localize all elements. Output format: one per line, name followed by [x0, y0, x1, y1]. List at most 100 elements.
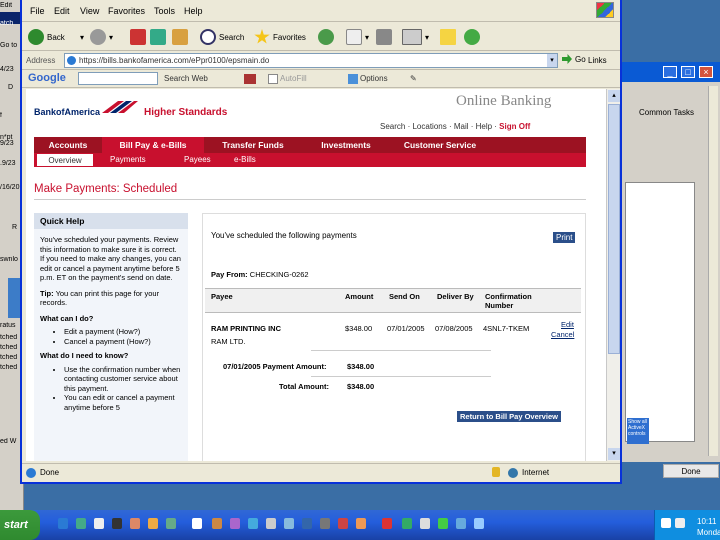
- print-toolbar-button[interactable]: [376, 26, 395, 48]
- quicklaunch-app-icon[interactable]: [320, 518, 330, 529]
- minimize-icon[interactable]: _: [663, 66, 677, 78]
- quicklaunch-app-icon[interactable]: [166, 518, 176, 529]
- edit-button[interactable]: ▾: [402, 26, 429, 48]
- col-deliver-by: Deliver By: [437, 292, 474, 301]
- subtab-payees[interactable]: Payees: [184, 153, 211, 167]
- tab-transfer-funds[interactable]: Transfer Funds: [204, 137, 302, 153]
- pencil-icon[interactable]: ✎: [410, 74, 417, 83]
- background-status: Done: [663, 464, 719, 478]
- autofill-button[interactable]: AutoFill: [280, 74, 307, 83]
- lock-icon[interactable]: [492, 467, 500, 477]
- clock[interactable]: 10:11 Monday: [697, 516, 720, 538]
- menu-tools[interactable]: Tools: [154, 6, 175, 16]
- menu-help[interactable]: Help: [184, 6, 203, 16]
- background-tile: Show all ActiveX controls: [627, 418, 649, 444]
- cancel-link[interactable]: Cancel: [551, 330, 574, 339]
- quick-help-heading: Quick Help: [34, 213, 188, 229]
- search-web-button[interactable]: Search Web: [164, 74, 208, 83]
- util-help-link[interactable]: Help: [476, 122, 492, 131]
- quicklaunch-app-icon[interactable]: [402, 518, 412, 529]
- search-button[interactable]: Search: [200, 26, 244, 48]
- home-button[interactable]: [172, 26, 191, 48]
- mail-button[interactable]: ▾: [346, 26, 369, 48]
- tab-investments[interactable]: Investments: [302, 137, 390, 153]
- common-tasks-menu[interactable]: Common Tasks: [639, 108, 694, 117]
- quicklaunch-app-icon[interactable]: [420, 518, 430, 529]
- quicklaunch-app-icon[interactable]: [356, 518, 366, 529]
- menu-edit[interactable]: Edit: [54, 6, 70, 16]
- quicklaunch-ie-icon[interactable]: [58, 518, 68, 529]
- menu-favorites[interactable]: Favorites: [108, 6, 145, 16]
- messenger-button[interactable]: [464, 26, 483, 48]
- menu-file[interactable]: File: [30, 6, 45, 16]
- util-mail-link[interactable]: Mail: [454, 122, 469, 131]
- page-scrollbar[interactable]: ▴ ▾: [606, 89, 620, 461]
- help-edit-payment[interactable]: Edit a payment (How?): [64, 327, 182, 337]
- quicklaunch-app-icon[interactable]: [248, 518, 258, 529]
- edit-link[interactable]: Edit: [561, 320, 574, 329]
- address-input[interactable]: https://bills.bankofamerica.com/ePpr0100…: [64, 53, 558, 68]
- bank-logo[interactable]: BankofAmerica: [34, 107, 100, 117]
- quicklaunch-desktop-icon[interactable]: [76, 518, 86, 529]
- maximize-icon[interactable]: □: [681, 66, 695, 78]
- quicklaunch-app-icon[interactable]: [302, 518, 312, 529]
- discuss-button[interactable]: [440, 26, 459, 48]
- google-logo[interactable]: Google: [28, 72, 66, 84]
- util-search-link[interactable]: Search: [380, 122, 405, 131]
- quicklaunch-app-icon[interactable]: [284, 518, 294, 529]
- favorites-button[interactable]: Favorites: [254, 26, 306, 48]
- back-button[interactable]: Back: [28, 26, 65, 48]
- cancel-link-text[interactable]: Cancel: [551, 330, 574, 339]
- subtab-ebills[interactable]: e-Bills: [234, 153, 256, 167]
- return-to-overview-button[interactable]: Return to Bill Pay Overview: [457, 411, 561, 422]
- history-button[interactable]: [318, 26, 337, 48]
- address-dropdown[interactable]: ▾: [547, 54, 557, 67]
- go-button[interactable]: Go: [562, 54, 586, 64]
- options-button[interactable]: Options: [360, 74, 388, 83]
- quicklaunch-app-icon[interactable]: [474, 518, 484, 529]
- util-locations-link[interactable]: Locations: [412, 122, 446, 131]
- quicklaunch-app-icon[interactable]: [230, 518, 240, 529]
- quicklaunch-app-icon[interactable]: [266, 518, 276, 529]
- subtab-payments[interactable]: Payments: [110, 153, 146, 167]
- quicklaunch-app-icon[interactable]: [130, 518, 140, 529]
- quicklaunch-app-icon[interactable]: [456, 518, 466, 529]
- bg-fragment: ed W: [0, 438, 17, 445]
- quicklaunch-app-icon[interactable]: [192, 518, 202, 529]
- back-dropdown[interactable]: ▾: [80, 26, 84, 48]
- scroll-up-arrow-icon[interactable]: ▴: [608, 90, 620, 102]
- edit-link-text[interactable]: Edit: [561, 320, 574, 329]
- clock-day: Monday: [697, 528, 720, 537]
- quicklaunch-app-icon[interactable]: [338, 518, 348, 529]
- quicklaunch-app-icon[interactable]: [212, 518, 222, 529]
- quicklaunch-app-icon[interactable]: [148, 518, 158, 529]
- menu-view[interactable]: View: [80, 6, 99, 16]
- mail-tray-icon[interactable]: [661, 518, 671, 528]
- links-button[interactable]: Links: [588, 56, 607, 65]
- help-cancel-payment[interactable]: Cancel a payment (How?): [64, 337, 182, 347]
- bg-fragment: atch: [0, 20, 14, 27]
- google-search-input[interactable]: [78, 72, 158, 85]
- tab-accounts[interactable]: Accounts: [34, 137, 102, 153]
- sign-off-link[interactable]: Sign Off: [499, 122, 530, 131]
- autofill-icon: [268, 74, 278, 84]
- print-button[interactable]: Print: [553, 232, 576, 243]
- tab-customer-service[interactable]: Customer Service: [390, 137, 490, 153]
- tab-bill-pay[interactable]: Bill Pay & e-Bills: [102, 137, 204, 153]
- start-button[interactable]: start: [0, 510, 40, 540]
- date-total-value: $348.00: [347, 362, 375, 371]
- background-scrollbar[interactable]: [708, 86, 718, 456]
- quicklaunch-mail-icon[interactable]: [94, 518, 104, 529]
- scroll-thumb[interactable]: [608, 104, 620, 354]
- refresh-button[interactable]: [150, 26, 169, 48]
- close-icon[interactable]: ×: [699, 66, 713, 78]
- quicklaunch-app-icon[interactable]: [382, 518, 392, 529]
- scroll-down-arrow-icon[interactable]: ▾: [608, 448, 620, 460]
- quicklaunch-app-icon[interactable]: [112, 518, 122, 529]
- forward-button[interactable]: ▾: [90, 26, 113, 48]
- volume-icon[interactable]: [675, 518, 685, 528]
- stop-button[interactable]: [130, 26, 149, 48]
- news-icon[interactable]: [244, 74, 256, 84]
- subtab-overview[interactable]: Overview: [36, 153, 94, 167]
- quicklaunch-app-icon[interactable]: [438, 518, 448, 529]
